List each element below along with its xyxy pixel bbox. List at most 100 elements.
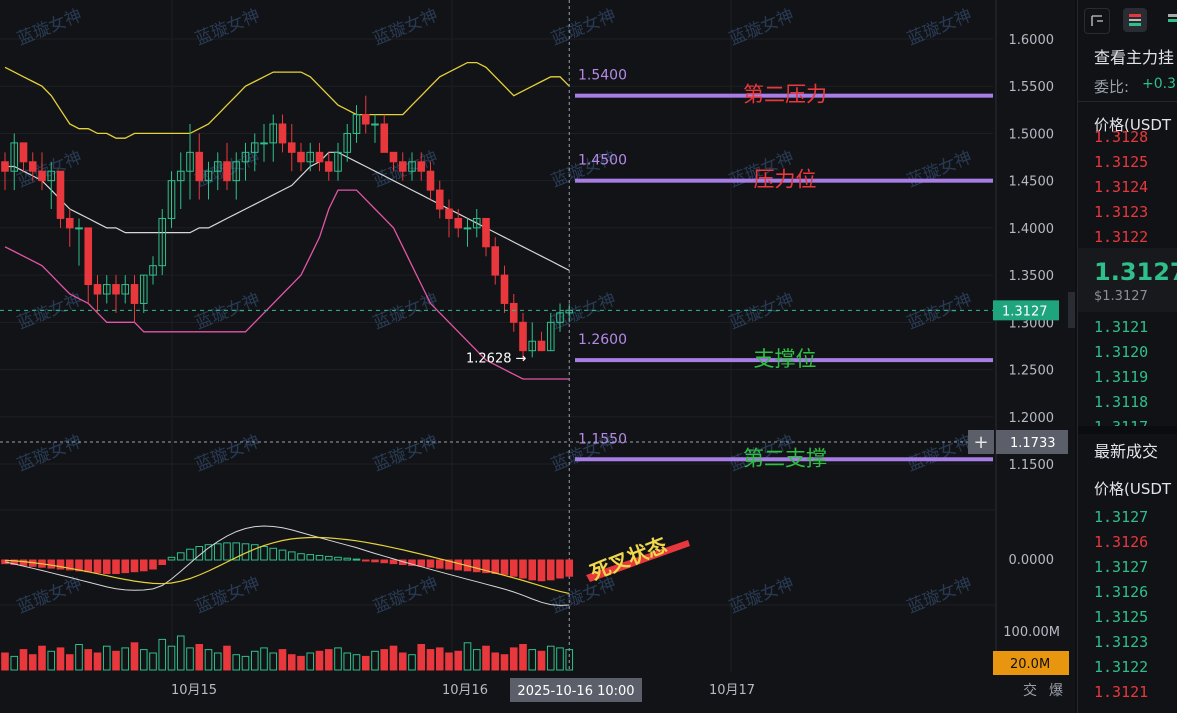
volume-bar [102,645,111,671]
trade-price-row[interactable]: 1.3122 [1094,658,1148,676]
bid-price-row[interactable]: 1.3118 [1094,393,1148,411]
low-price-label: 1.2628 → [466,351,527,366]
macd-bar [528,559,537,581]
watermark-text: 蓝璇女神 [370,574,441,618]
watermark-text: 蓝璇女神 [548,290,619,334]
macd-bar [112,559,120,574]
x-tick-label: 10月17 [709,683,755,698]
macd-bar [389,559,398,565]
bid-price-row[interactable]: 1.3120 [1094,343,1148,361]
ask-price-row[interactable]: 1.3124 [1094,178,1148,196]
volume-bar [546,645,555,671]
macd-bar [149,559,157,570]
candle-body [28,161,37,172]
trade-price-row[interactable]: 1.3125 [1094,608,1148,626]
y-tick-label: 1.1500 [1009,458,1055,473]
macd-bar [426,559,435,568]
macd-bar [556,559,564,579]
macd-bar [93,559,102,574]
volume-bar [371,650,379,671]
candle-body [195,151,204,182]
candle-body [65,217,74,229]
candle-body [1,161,9,172]
volume-bar [158,638,167,671]
level-name-label: 第二压力 [743,83,827,107]
ask-price-row[interactable]: 1.3128 [1094,128,1148,146]
ask-price-row[interactable]: 1.3125 [1094,153,1148,171]
trades-header: 价格(USDT [1094,480,1172,498]
axis-tool-icon[interactable]: 爆 [1049,683,1063,699]
price-chart[interactable]: 1.60001.55001.50001.45001.40001.35001.30… [0,0,1075,713]
volume-bar [334,647,342,671]
volume-bar [324,649,333,671]
candle-body [445,208,453,219]
ask-price-row[interactable]: 1.3122 [1094,228,1148,246]
bid-price-row[interactable]: 1.3119 [1094,368,1148,386]
candle-body [389,151,398,163]
y-tick-label: 1.5000 [1009,127,1055,142]
candle-body [426,170,435,191]
watermark-text: 蓝璇女神 [726,6,797,50]
candle-body [491,246,500,276]
scale-handle [1068,292,1075,328]
y-tick-label: 1.2000 [1009,411,1055,426]
layout-icon[interactable] [1084,8,1110,34]
macd-bar [158,559,167,565]
crosshair-price-label: 1.1733 [1010,436,1056,451]
crosshair-time-label: 2025-10-16 10:00 [517,684,634,699]
watermark-text: 蓝璇女神 [370,432,441,476]
candle-body [361,114,370,125]
volume-bar [297,655,305,671]
trades-title: 最新成交 [1094,442,1159,461]
trade-price-row[interactable]: 1.3126 [1094,533,1148,551]
volume-bar [556,647,564,671]
ask-price-row[interactable]: 1.3123 [1094,203,1148,221]
orderbook-title[interactable]: 查看主力挂 [1094,44,1174,68]
volume-bar [454,650,463,671]
macd-bar [546,559,555,581]
trade-price-row[interactable]: 1.3127 [1094,558,1148,576]
x-tick-label: 10月15 [171,683,217,698]
trade-price-row[interactable]: 1.3126 [1094,583,1148,601]
volume-bar [47,650,56,671]
orderbook-buy-icon[interactable] [1162,8,1177,32]
macd-bar [500,559,509,575]
chart-area[interactable]: 1.6000 1.5500 1.5000 1.4500 1.4000 1.3500 1.30… [0,0,1075,713]
bid-price-row[interactable]: 1.3121 [1094,318,1148,336]
volume-bar [149,652,157,671]
trade-price-row[interactable]: 1.3127 [1094,508,1148,526]
trade-price-row[interactable]: 1.3121 [1094,683,1148,701]
axis-tool-icon[interactable]: 交 [1023,682,1037,699]
macd-bar [315,555,324,561]
candle-body [75,227,83,230]
candle-body [371,123,379,126]
level-value-label: 1.4500 [578,153,627,169]
macd-bar [519,559,527,579]
trade-price-row[interactable]: 1.3123 [1094,633,1148,651]
volume-bar [121,647,130,671]
candle-body [454,217,463,229]
volume-bar [500,654,509,671]
volume-bar [278,649,287,671]
candle-body [398,161,407,172]
macd-bar [334,556,342,561]
macd-bar [297,553,305,561]
watermark-text: 蓝璇女神 [192,290,263,334]
bollinger-upper-line [4,61,570,139]
volume-bar [315,650,324,671]
macd-bar [47,559,56,569]
macd-bar [435,559,444,569]
macd-bar [278,549,287,561]
volume-bar [260,647,268,671]
watermark-text: 蓝璇女神 [192,6,263,50]
candle-body [112,284,120,295]
candle-body [519,321,527,352]
orderbook-mode-icon[interactable] [1123,8,1147,32]
macd-bar [250,544,259,561]
candle-body [130,284,139,304]
y-tick-label: 1.4500 [1009,175,1055,190]
candle-body [500,274,509,304]
volume-bar [186,647,194,671]
macd-bar [213,543,222,561]
volume-bar [28,654,37,671]
